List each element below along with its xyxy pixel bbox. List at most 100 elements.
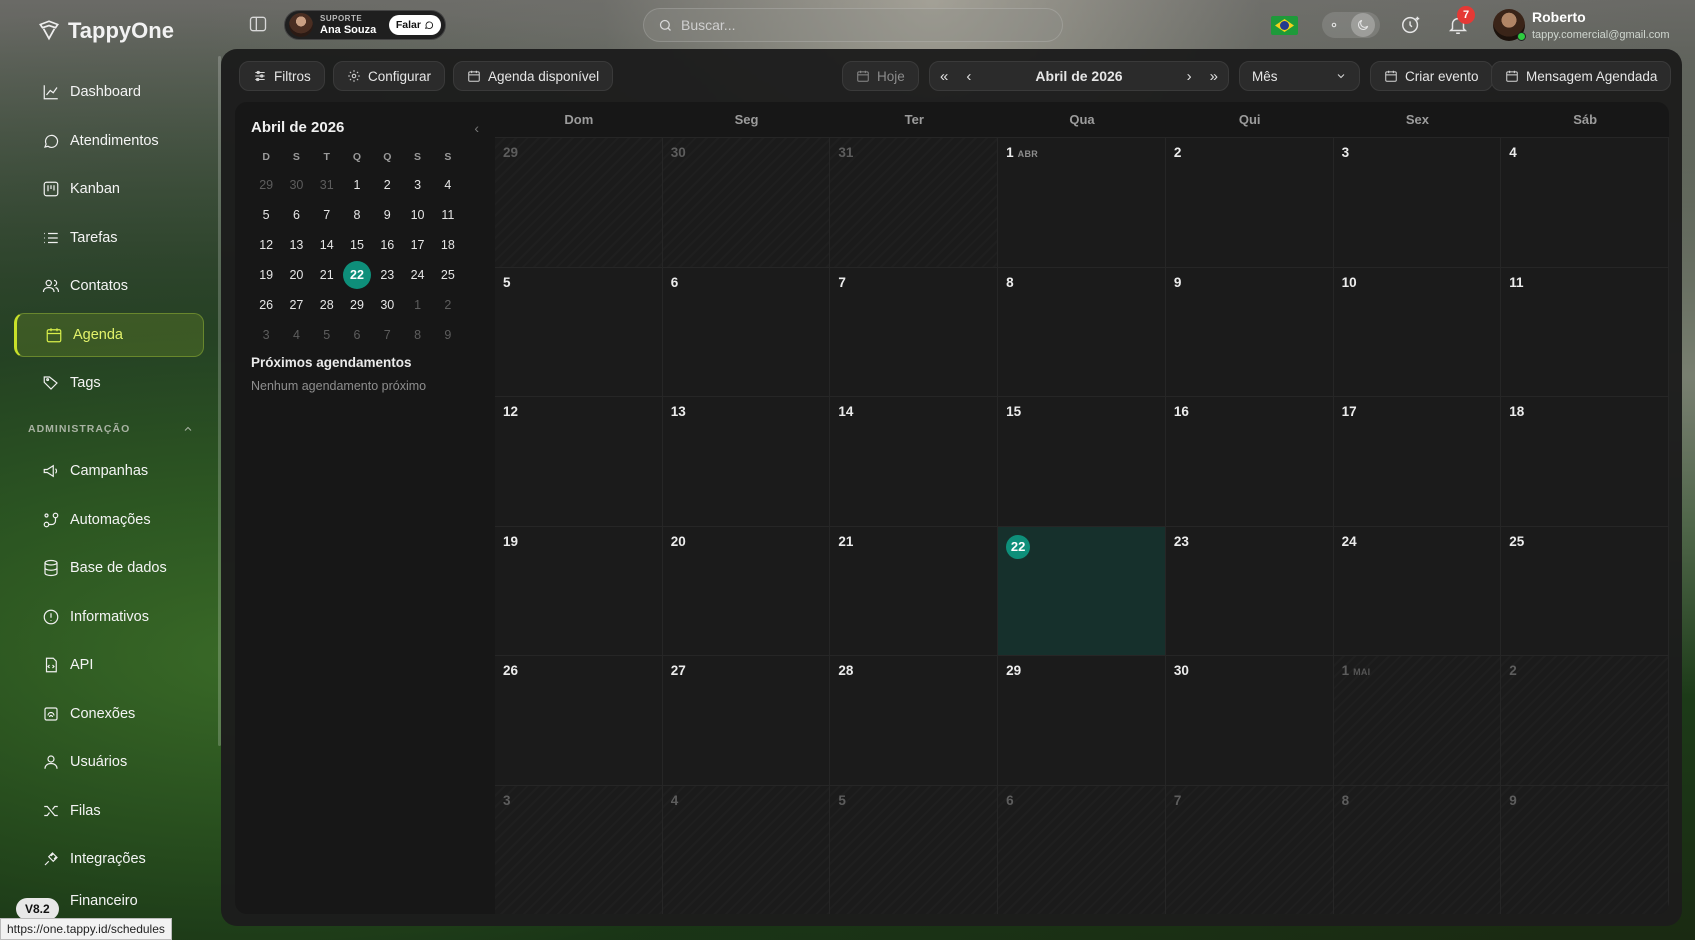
mini-day[interactable]: 18 [433,230,463,260]
mini-day[interactable]: 8 [342,200,372,230]
view-select[interactable]: Mês [1239,61,1360,91]
mini-day[interactable]: 26 [251,290,281,320]
filters-button[interactable]: Filtros [239,61,325,91]
mini-day[interactable]: 4 [433,170,463,200]
day-cell[interactable]: 18 [1501,397,1669,527]
day-cell[interactable]: 12 [495,397,663,527]
sidebar-item-dashboard[interactable]: Dashboard [14,70,204,114]
mini-day[interactable]: 16 [372,230,402,260]
mini-day[interactable]: 27 [281,290,311,320]
admin-section-toggle[interactable]: ADMINISTRAÇÃO [14,413,204,445]
day-cell[interactable]: 4 [1501,138,1669,268]
day-cell[interactable]: 25 [1501,526,1669,656]
mini-day[interactable]: 4 [281,320,311,350]
mini-day[interactable]: 28 [312,290,342,320]
day-cell[interactable]: 23 [1165,526,1334,656]
mini-day[interactable]: 29 [342,290,372,320]
day-cell[interactable]: 8 [1333,785,1502,914]
day-cell[interactable]: 14 [830,397,999,527]
mini-day[interactable]: 2 [372,170,402,200]
sidebar-item-contatos[interactable]: Contatos [14,264,204,308]
day-cell[interactable]: 4 [662,785,831,914]
day-cell[interactable]: 9 [1501,785,1669,914]
day-cell[interactable]: 2 [1501,656,1669,786]
mini-day[interactable]: 9 [433,320,463,350]
mini-day[interactable]: 1 [402,290,432,320]
create-event-button[interactable]: Criar evento [1370,61,1493,91]
day-cell[interactable]: 9 [1165,267,1334,397]
day-cell[interactable]: 2 [1165,138,1334,268]
day-cell[interactable]: 10 [1333,267,1502,397]
mini-day[interactable]: 7 [312,200,342,230]
day-cell[interactable]: 28 [830,656,999,786]
mini-day[interactable]: 31 [312,170,342,200]
mini-day[interactable]: 6 [281,200,311,230]
day-cell[interactable]: 31 [830,138,999,268]
day-cell[interactable]: 3 [495,785,663,914]
mini-day[interactable]: 30 [281,170,311,200]
scheduled-message-button[interactable]: Mensagem Agendada [1491,61,1672,91]
day-cell[interactable]: 27 [662,656,831,786]
search-input[interactable] [681,17,1041,33]
day-cell[interactable]: 21 [830,526,999,656]
day-cell[interactable]: 7 [1165,785,1334,914]
day-cell[interactable]: 20 [662,526,831,656]
day-cell[interactable]: 13 [662,397,831,527]
sidebar-item-kanban[interactable]: Kanban [14,167,204,211]
mini-day[interactable]: 24 [402,260,432,290]
day-cell[interactable]: 8 [998,267,1166,397]
mini-day[interactable]: 3 [402,170,432,200]
mini-day[interactable]: 10 [402,200,432,230]
day-cell[interactable]: 3 [1333,138,1502,268]
mini-day[interactable]: 5 [251,200,281,230]
day-cell[interactable]: 24 [1333,526,1502,656]
day-cell[interactable]: 29 [495,138,663,268]
next-month-button[interactable]: › [1187,68,1192,85]
mini-day[interactable]: 17 [402,230,432,260]
talk-button[interactable]: Falar [388,15,441,35]
mini-day[interactable]: 8 [402,320,432,350]
sidebar-item-conexoes[interactable]: Conexões [14,692,204,736]
mini-day[interactable]: 11 [433,200,463,230]
sidebar-toggle-button[interactable] [248,14,270,36]
configure-button[interactable]: Configurar [333,61,446,91]
sidebar-item-automacoes[interactable]: Automações [14,498,204,542]
day-cell[interactable]: 17 [1333,397,1502,527]
mini-day[interactable]: 3 [251,320,281,350]
day-cell[interactable]: 11 [1501,267,1669,397]
sidebar-item-atendimentos[interactable]: Atendimentos [14,119,204,163]
day-cell[interactable]: 1 ABR [998,138,1166,268]
mini-calendar-collapse-button[interactable]: ‹ [474,120,479,136]
day-cell[interactable]: 5 [830,785,999,914]
day-cell[interactable]: 30 [1165,656,1334,786]
mini-day[interactable]: 2 [433,290,463,320]
sidebar-item-tags[interactable]: Tags [14,361,204,405]
mini-day[interactable]: 25 [433,260,463,290]
day-cell[interactable]: 6 [662,267,831,397]
day-cell[interactable]: 1 MAI [1333,656,1502,786]
sidebar-item-informativos[interactable]: Informativos [14,595,204,639]
mini-day[interactable]: 14 [312,230,342,260]
day-cell[interactable]: 15 [998,397,1166,527]
language-flag-brazil[interactable] [1271,16,1298,35]
today-button[interactable]: Hoje [842,61,919,91]
user-name[interactable]: Roberto [1532,9,1586,25]
day-cell[interactable]: 6 [998,785,1166,914]
mini-day[interactable]: 1 [342,170,372,200]
day-cell-today[interactable]: 22 [998,526,1166,656]
sidebar-item-base-de-dados[interactable]: Base de dados [14,546,204,590]
mini-day[interactable]: 6 [342,320,372,350]
availability-button[interactable]: Agenda disponível [453,61,614,91]
day-cell[interactable]: 16 [1165,397,1334,527]
prev-year-button[interactable]: « [940,68,948,85]
mini-day[interactable]: 19 [251,260,281,290]
mini-day[interactable]: 21 [312,260,342,290]
add-reminder-button[interactable] [1400,14,1422,41]
mini-day[interactable]: 13 [281,230,311,260]
sidebar-item-usuarios[interactable]: Usuários [14,740,204,784]
next-year-button[interactable]: » [1210,68,1218,85]
mini-day[interactable]: 9 [372,200,402,230]
day-cell[interactable]: 7 [830,267,999,397]
mini-day[interactable]: 29 [251,170,281,200]
sidebar-item-agenda[interactable]: Agenda [14,312,204,357]
